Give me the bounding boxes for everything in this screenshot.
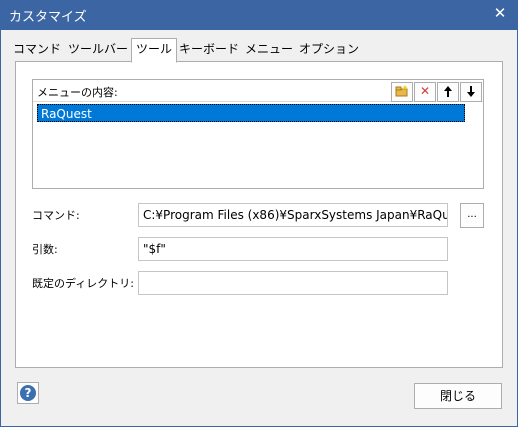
tab-commands[interactable]: コマンド	[11, 39, 63, 60]
window-title: カスタマイズ	[9, 10, 87, 25]
tools-panel: メニューの内容: ✕ RaQuest コマンド: C:¥Program File…	[15, 61, 503, 368]
tab-tools[interactable]: ツール	[131, 38, 177, 63]
help-button[interactable]: ?	[17, 382, 39, 404]
tab-toolbars[interactable]: ツールバー	[67, 39, 129, 60]
command-field[interactable]: C:¥Program Files (x86)¥SparxSystems Japa…	[138, 203, 448, 227]
arrow-down-icon	[467, 86, 475, 97]
new-folder-icon	[395, 85, 408, 97]
arrow-up-icon	[444, 86, 452, 97]
command-label: コマンド:	[32, 209, 80, 222]
arguments-label: 引数:	[32, 243, 58, 256]
default-directory-label: 既定のディレクトリ:	[32, 277, 134, 290]
tab-options[interactable]: オプション	[298, 39, 360, 60]
list-item[interactable]: RaQuest	[37, 104, 465, 122]
help-icon: ?	[20, 385, 36, 401]
title-bar: カスタマイズ ✕	[0, 0, 518, 30]
close-button[interactable]: 閉じる	[414, 383, 502, 409]
default-directory-field[interactable]	[138, 271, 448, 295]
new-item-button[interactable]	[391, 82, 413, 102]
tab-keyboard[interactable]: キーボード	[179, 39, 239, 60]
menu-contents-list[interactable]: メニューの内容: ✕ RaQuest	[32, 79, 484, 189]
move-down-button[interactable]	[460, 82, 482, 102]
browse-button[interactable]: ...	[460, 203, 484, 228]
menu-contents-label: メニューの内容:	[37, 86, 118, 99]
tab-menu[interactable]: メニュー	[244, 39, 294, 60]
close-icon[interactable]: ✕	[488, 2, 512, 24]
delete-button[interactable]: ✕	[414, 82, 436, 102]
move-up-button[interactable]	[437, 82, 459, 102]
arguments-field[interactable]: "$f"	[138, 237, 448, 261]
list-header: メニューの内容: ✕	[33, 80, 483, 102]
